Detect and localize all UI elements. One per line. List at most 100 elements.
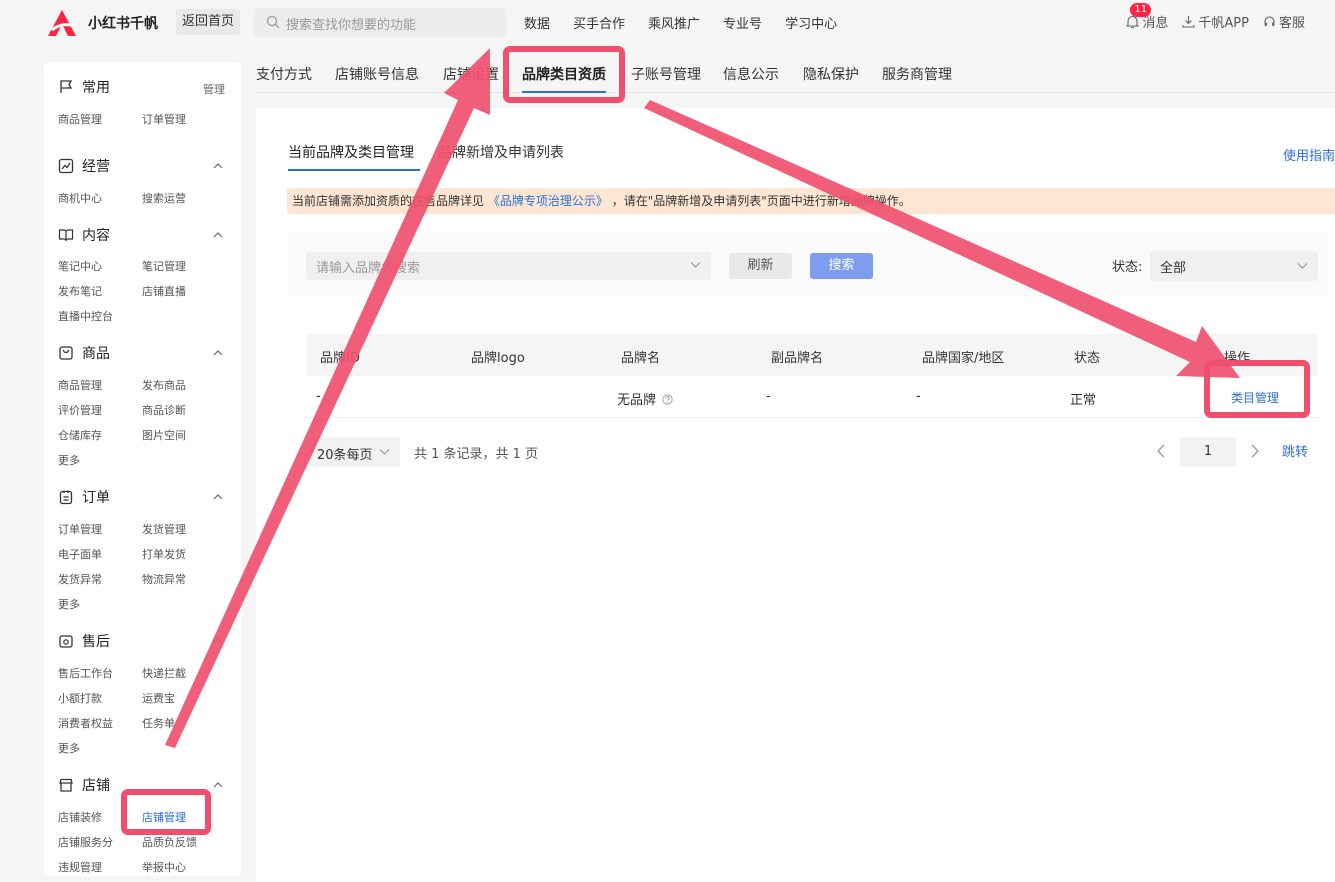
section-title: 常用 [82, 80, 110, 96]
tab-payment[interactable]: 支付方式 [256, 64, 312, 84]
chevron-up-icon[interactable] [213, 161, 223, 171]
brand-search-select[interactable]: 请输入品牌名搜索 [306, 252, 711, 280]
sidebar-item-goods-more[interactable]: 更多 [58, 452, 80, 468]
sidebar-item-note-center[interactable]: 笔记中心 [58, 258, 102, 274]
subtab-brand-apply[interactable]: 品牌新增及申请列表 [438, 142, 564, 162]
sidebar-item-task-order[interactable]: 任务单 [142, 715, 175, 731]
chevron-up-icon[interactable] [213, 230, 223, 240]
common-manage-link[interactable]: 管理 [203, 81, 225, 97]
sidebar-section-order[interactable]: 订单 [58, 487, 110, 507]
sidebar-item-goods-manage[interactable]: 商品管理 [58, 111, 102, 127]
message-badge: 11 [1130, 3, 1152, 17]
nav-buyer[interactable]: 买手合作 [573, 13, 625, 32]
sidebar-section-goods[interactable]: 商品 [58, 343, 110, 363]
sidebar-item-goods-manage-2[interactable]: 商品管理 [58, 377, 102, 393]
section-title: 店铺 [82, 778, 110, 794]
chevron-left-icon[interactable] [1156, 443, 1166, 459]
sidebar-item-aftersale-desk[interactable]: 售后工作台 [58, 665, 113, 681]
top-right-tools: 11 消息 千帆APP 客服 [1112, 3, 1305, 31]
search-button[interactable]: 搜索 [810, 253, 873, 279]
sidebar-item-express-intercept[interactable]: 快递拦截 [142, 665, 186, 681]
sidebar-item-order-more[interactable]: 更多 [58, 596, 80, 612]
tab-privacy[interactable]: 隐私保护 [803, 64, 859, 84]
sidebar-item-publish-goods[interactable]: 发布商品 [142, 377, 186, 393]
sidebar-item-publish-note[interactable]: 发布笔记 [58, 283, 102, 299]
download-icon [1182, 16, 1195, 28]
notice-link[interactable]: 《品牌专项治理公示》 [488, 194, 608, 208]
subtab-current-brand[interactable]: 当前品牌及类目管理 [288, 142, 414, 162]
sidebar-item-search-ops[interactable]: 搜索运营 [142, 190, 186, 206]
sidebar-item-print-ship[interactable]: 打单发货 [142, 546, 186, 562]
chevron-up-icon[interactable] [213, 636, 223, 646]
nav-pro-account[interactable]: 专业号 [723, 13, 762, 32]
sidebar-item-small-payment[interactable]: 小额打款 [58, 690, 102, 706]
shop-icon [59, 778, 73, 792]
search-placeholder: 搜索查找你想要的功能 [286, 18, 417, 33]
brand-name-text: 无品牌 [617, 393, 657, 408]
home-button[interactable]: 返回首页 [176, 9, 240, 35]
sidebar-item-live-console[interactable]: 直播中控台 [58, 308, 113, 324]
nav-promotion[interactable]: 乘风推广 [648, 13, 700, 32]
sidebar-item-shop-live[interactable]: 店铺直播 [142, 283, 186, 299]
sidebar-item-violation-manage[interactable]: 违规管理 [58, 859, 102, 875]
status-select[interactable]: 全部 [1150, 251, 1318, 281]
sidebar-item-review-manage[interactable]: 评价管理 [58, 402, 102, 418]
sidebar-item-quality-feedback[interactable]: 品质负反馈 [142, 834, 197, 850]
sidebar-item-shop-decoration[interactable]: 店铺装修 [58, 809, 102, 825]
sidebar-item-inventory[interactable]: 仓储库存 [58, 427, 102, 443]
notice-prefix: 当前店铺需添加资质的在售品牌详见 [292, 194, 485, 208]
sidebar-item-report-center[interactable]: 举报中心 [142, 859, 186, 875]
sidebar-section-common: 常用 [58, 77, 110, 97]
sidebar-item-aftersale-more[interactable]: 更多 [58, 740, 80, 756]
sidebar-item-note-manage[interactable]: 笔记管理 [142, 258, 186, 274]
sidebar-section-aftersale[interactable]: 售后 [58, 631, 110, 651]
tab-info-disclosure[interactable]: 信息公示 [723, 64, 779, 84]
chevron-up-icon[interactable] [213, 780, 223, 790]
jump-button[interactable]: 跳转 [1282, 441, 1308, 460]
sidebar-section-shop[interactable]: 店铺 [58, 775, 110, 795]
search-input[interactable]: 搜索查找你想要的功能 [254, 8, 506, 37]
sidebar-item-order-manage-2[interactable]: 订单管理 [58, 521, 102, 537]
page-number-input[interactable]: 1 [1180, 437, 1236, 467]
tab-sub-account[interactable]: 子账号管理 [631, 64, 701, 84]
subtab-indicator [288, 169, 420, 171]
sidebar-item-opportunity[interactable]: 商机中心 [58, 190, 102, 206]
sidebar-item-freight-insurance[interactable]: 运费宝 [142, 690, 175, 706]
help-circle-icon[interactable] [662, 394, 673, 405]
th-brand-id: 品牌ID [320, 351, 360, 366]
tab-service-provider[interactable]: 服务商管理 [882, 64, 952, 84]
logo-text: 小红书千帆 [88, 16, 158, 32]
chevron-up-icon[interactable] [213, 492, 223, 502]
guide-link[interactable]: 使用指南 [1283, 145, 1335, 164]
highlight-box-brand-tab [503, 46, 625, 103]
sidebar-item-goods-diagnose[interactable]: 商品诊断 [142, 402, 186, 418]
sidebar-item-ship-manage[interactable]: 发货管理 [142, 521, 186, 537]
nav-learning[interactable]: 学习中心 [785, 13, 837, 32]
sidebar-item-shop-service-score[interactable]: 店铺服务分 [58, 834, 113, 850]
pagination-total: 共 1 条记录，共 1 页 [414, 447, 539, 462]
sidebar-item-ship-exception[interactable]: 发货异常 [58, 571, 102, 587]
sidebar-section-content[interactable]: 内容 [58, 225, 110, 245]
nav-data[interactable]: 数据 [524, 13, 550, 32]
sidebar-item-logistics-exception[interactable]: 物流异常 [142, 571, 186, 587]
qianfan-logo-icon[interactable] [46, 8, 78, 38]
customer-service-button[interactable]: 客服 [1263, 12, 1305, 31]
refresh-button[interactable]: 刷新 [729, 253, 792, 279]
sidebar-item-consumer-rights[interactable]: 消费者权益 [58, 715, 113, 731]
tab-shop-settings[interactable]: 店铺设置 [443, 64, 499, 84]
search-icon [266, 15, 280, 29]
sidebar-item-e-waybill[interactable]: 电子面单 [58, 546, 102, 562]
chevron-up-icon[interactable] [213, 348, 223, 358]
page-size-select[interactable]: 20条每页 [308, 437, 400, 467]
tab-shop-account[interactable]: 店铺账号信息 [335, 64, 419, 84]
highlight-box-category-manage [1204, 360, 1310, 418]
headset-icon [1264, 16, 1275, 26]
messages-button[interactable]: 11 消息 [1126, 3, 1168, 31]
sidebar-item-order-manage[interactable]: 订单管理 [142, 111, 186, 127]
sidebar-item-image-space[interactable]: 图片空间 [142, 427, 186, 443]
cell-status: 正常 [1070, 393, 1097, 408]
chevron-down-icon [379, 449, 390, 455]
sidebar-section-operation[interactable]: 经营 [58, 156, 110, 176]
app-download-button[interactable]: 千帆APP [1182, 12, 1249, 31]
chevron-right-icon[interactable] [1250, 443, 1260, 459]
